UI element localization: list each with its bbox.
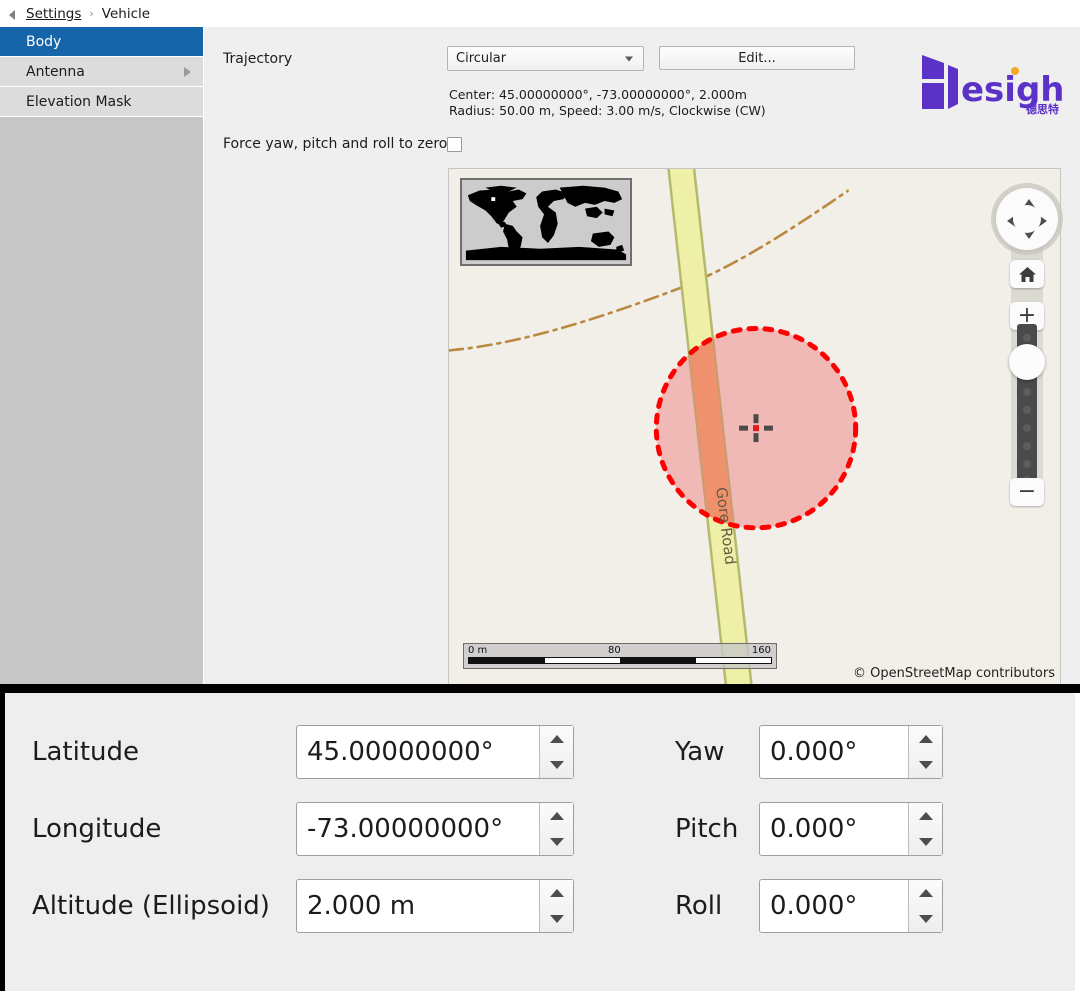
trajectory-select[interactable]: Circular	[447, 46, 644, 71]
scale-middle-label: 80	[608, 645, 621, 656]
force-zero-checkbox[interactable]	[447, 137, 462, 152]
chevron-right-icon	[184, 66, 191, 77]
yaw-input[interactable]: 0.000°	[760, 726, 908, 778]
altitude-label: Altitude (Ellipsoid)	[32, 891, 270, 921]
zoom-notch	[1023, 406, 1031, 414]
svg-text:德思特: 德思特	[1025, 102, 1059, 115]
sidebar-item-elevation-mask[interactable]: Elevation Mask	[0, 87, 203, 117]
altitude-spin-buttons	[539, 880, 573, 932]
trajectory-summary: Center: 45.00000000°, -73.00000000°, 2.0…	[449, 87, 766, 119]
panel-separator	[0, 684, 1080, 693]
sidebar-item-label: Antenna	[26, 63, 85, 80]
trajectory-summary-radius: Radius: 50.00 m, Speed: 3.00 m/s, Clockw…	[449, 103, 766, 118]
back-triangle-icon[interactable]	[6, 7, 20, 21]
breadcrumb-current: Vehicle	[101, 5, 151, 22]
pitch-decrement-button[interactable]	[909, 829, 942, 855]
pitch-label: Pitch	[675, 814, 739, 844]
home-icon	[1018, 266, 1036, 282]
longitude-decrement-button[interactable]	[540, 829, 573, 855]
desight-logo: esight 德思特	[914, 49, 1080, 116]
home-button[interactable]	[1010, 260, 1044, 288]
map-viewport[interactable]: Gore Road 0 m 80 160 © OpenStreetMap con…	[448, 168, 1061, 686]
altitude-increment-button[interactable]	[540, 880, 573, 906]
longitude-input[interactable]: -73.00000000°	[297, 803, 539, 855]
roll-stepper[interactable]: 0.000°	[759, 879, 943, 933]
yaw-row: Yaw 0.000°	[675, 725, 943, 779]
world-minimap-svg	[462, 180, 630, 264]
longitude-spin-buttons	[539, 803, 573, 855]
yaw-stepper[interactable]: 0.000°	[759, 725, 943, 779]
breadcrumb-separator: ›	[89, 7, 94, 20]
longitude-label: Longitude	[32, 814, 162, 844]
force-zero-label: Force yaw, pitch and roll to zero	[223, 136, 448, 152]
pitch-stepper[interactable]: 0.000°	[759, 802, 943, 856]
map-navigation-controls: + −	[996, 188, 1058, 506]
pan-center[interactable]	[1013, 205, 1041, 233]
trajectory-select-value: Circular	[456, 51, 507, 66]
altitude-row: Altitude (Ellipsoid) 2.000 m	[32, 879, 574, 933]
desight-logo-svg: esight 德思特	[922, 55, 1080, 116]
trajectory-label: Trajectory	[223, 51, 293, 67]
yaw-label: Yaw	[675, 737, 725, 767]
latitude-row: Latitude 45.00000000°	[32, 725, 574, 779]
latitude-spin-buttons	[539, 726, 573, 778]
breadcrumb-settings-link[interactable]: Settings	[26, 6, 81, 22]
pitch-input[interactable]: 0.000°	[760, 803, 908, 855]
roll-input[interactable]: 0.000°	[760, 880, 908, 932]
pitch-spin-buttons	[908, 803, 942, 855]
edit-button[interactable]: Edit...	[659, 46, 855, 70]
sidebar: Body Antenna Elevation Mask	[0, 27, 204, 684]
zoom-notch	[1023, 442, 1031, 450]
altitude-stepper[interactable]: 2.000 m	[296, 879, 574, 933]
latitude-increment-button[interactable]	[540, 726, 573, 752]
altitude-decrement-button[interactable]	[540, 906, 573, 932]
vehicle-position-form: Latitude 45.00000000° Longitude -73.0000…	[0, 693, 1080, 991]
sidebar-item-label: Elevation Mask	[26, 93, 132, 110]
sidebar-item-label: Body	[26, 33, 62, 50]
latitude-input[interactable]: 45.00000000°	[297, 726, 539, 778]
roll-spin-buttons	[908, 880, 942, 932]
breadcrumb: Settings › Vehicle	[0, 0, 1080, 27]
altitude-input[interactable]: 2.000 m	[297, 880, 539, 932]
zoom-out-button[interactable]: −	[1010, 478, 1044, 506]
edit-button-label: Edit...	[738, 50, 776, 66]
sidebar-item-antenna[interactable]: Antenna	[0, 57, 203, 87]
world-overview-minimap[interactable]	[460, 178, 632, 266]
trajectory-summary-center: Center: 45.00000000°, -73.00000000°, 2.0…	[449, 87, 747, 102]
longitude-row: Longitude -73.00000000°	[32, 802, 574, 856]
pitch-row: Pitch 0.000°	[675, 802, 943, 856]
longitude-increment-button[interactable]	[540, 803, 573, 829]
roll-label: Roll	[675, 891, 723, 921]
longitude-stepper[interactable]: -73.00000000°	[296, 802, 574, 856]
roll-decrement-button[interactable]	[909, 906, 942, 932]
map-attribution: © OpenStreetMap contributors	[853, 666, 1055, 681]
latitude-decrement-button[interactable]	[540, 752, 573, 778]
latitude-stepper[interactable]: 45.00000000°	[296, 725, 574, 779]
scale-end-label: 160	[751, 645, 771, 656]
pan-compass-control[interactable]	[996, 188, 1058, 250]
roll-increment-button[interactable]	[909, 880, 942, 906]
zoom-notch	[1023, 424, 1031, 432]
zoom-out-label: −	[1017, 479, 1037, 504]
yaw-increment-button[interactable]	[909, 726, 942, 752]
chevron-down-icon	[625, 56, 633, 61]
roll-row: Roll 0.000°	[675, 879, 943, 933]
map-scale-bar: 0 m 80 160	[463, 643, 777, 669]
latitude-label: Latitude	[32, 737, 140, 767]
scale-bar-graphic	[468, 657, 772, 664]
zoom-slider-handle[interactable]	[1009, 344, 1045, 380]
yaw-spin-buttons	[908, 726, 942, 778]
zoom-notch	[1023, 334, 1031, 342]
content-panel: Trajectory Circular Edit... Center: 45.0…	[204, 27, 1080, 686]
pitch-increment-button[interactable]	[909, 803, 942, 829]
sidebar-item-body[interactable]: Body	[0, 27, 203, 57]
yaw-decrement-button[interactable]	[909, 752, 942, 778]
zoom-notch	[1023, 388, 1031, 396]
scale-start-label: 0 m	[468, 645, 488, 656]
zoom-notch	[1023, 460, 1031, 468]
